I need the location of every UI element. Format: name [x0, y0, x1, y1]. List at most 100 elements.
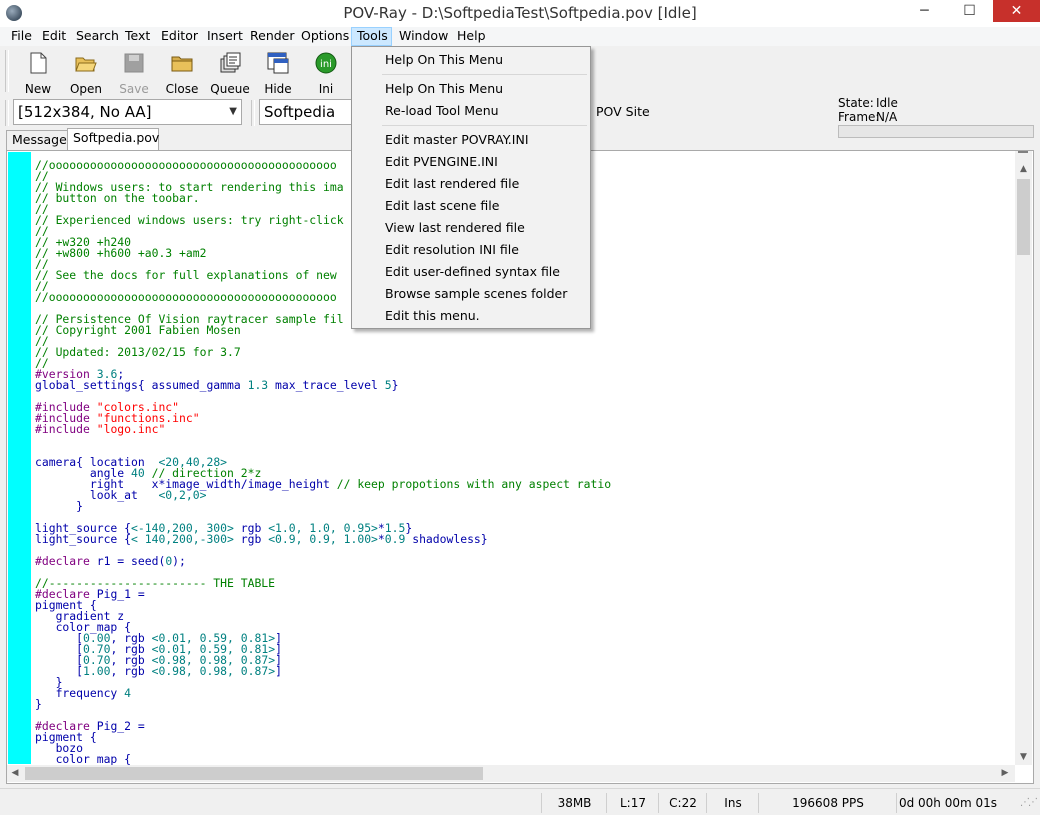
code-line[interactable]: #declare r1 = seed(0); [35, 554, 1030, 568]
code-line[interactable] [35, 710, 1030, 721]
save-button[interactable]: Save [111, 48, 157, 96]
code-token: color_map { [35, 752, 132, 766]
resize-grip-icon[interactable]: ⋰⋰ [1020, 797, 1038, 808]
menu-tools[interactable]: Tools [351, 27, 392, 46]
tools-menu-item[interactable]: Edit last scene file [352, 195, 590, 217]
code-line[interactable]: global_settings{ assumed_gamma 1.3 max_t… [35, 378, 1030, 392]
minimize-button[interactable]: ─ [902, 0, 947, 22]
hide-label: Hide [264, 82, 292, 96]
code-line[interactable]: [1.00, rgb <0.98, 0.98, 0.87>] [35, 664, 1030, 678]
menu-window[interactable]: Window [396, 27, 451, 46]
code-line[interactable] [35, 391, 1030, 402]
vertical-scrollbar[interactable]: ▲ ▼ [1015, 151, 1032, 765]
new-button[interactable]: New [15, 48, 61, 96]
code-line[interactable] [35, 435, 1030, 446]
menu-text[interactable]: Text [121, 27, 157, 46]
hide-icon [267, 52, 289, 74]
code-line[interactable]: bozo [35, 742, 1030, 754]
scroll-down-icon[interactable]: ▼ [1015, 749, 1032, 765]
queue-button[interactable]: Queue [207, 48, 253, 96]
tools-menu-item[interactable]: Re-load Tool Menu [352, 100, 590, 122]
resolution-dropdown[interactable]: [512x384, No AA] ▼ [13, 99, 242, 125]
save-icon [124, 53, 144, 73]
code-line[interactable]: #include "logo.inc" [35, 422, 1030, 436]
code-line[interactable]: pigment { [35, 731, 1030, 743]
code-line[interactable]: //----------------------- THE TABLE [35, 577, 1030, 589]
queue-icon [220, 52, 241, 73]
code-token: global_settings{ assumed_gamma [35, 378, 248, 392]
code-token: 1.3 [247, 378, 269, 392]
tools-menu-item[interactable]: Browse sample scenes folder [352, 283, 590, 305]
code-line[interactable]: look_at <0,2,0> [35, 489, 1030, 501]
toolbar-grip[interactable] [251, 100, 255, 126]
open-label: Open [69, 82, 103, 96]
menu-bar: File Edit Search Text Editor Insert Rend… [0, 27, 1040, 46]
code-token: //oooooooooooooooooooooooooooooooooooooo… [35, 160, 337, 172]
tools-menu-item[interactable]: Edit PVENGINE.INI [352, 151, 590, 173]
svg-text:ini: ini [320, 59, 332, 70]
ini-button[interactable]: ini Ini [303, 48, 349, 96]
scroll-split-handle[interactable] [1018, 151, 1028, 154]
scroll-left-icon[interactable]: ◀ [7, 765, 23, 782]
code-line[interactable]: #declare Pig_1 = [35, 588, 1030, 600]
code-token: ); [172, 554, 186, 568]
open-button[interactable]: Open [63, 48, 109, 96]
code-line[interactable]: #declare Pig_2 = [35, 720, 1030, 732]
code-token: // button on the toobar. [35, 191, 200, 205]
code-line[interactable]: } [35, 676, 1030, 688]
menu-search[interactable]: Search [72, 27, 122, 46]
pov-site-button[interactable]: POV Site [596, 104, 650, 119]
hide-button[interactable]: Hide [255, 48, 301, 96]
code-token: 5 [384, 378, 392, 392]
horizontal-scrollbar[interactable]: ◀ ▶ [7, 765, 1015, 782]
horizontal-scroll-thumb[interactable] [25, 767, 483, 780]
code-token: // See the docs for full explanations of… [35, 268, 337, 282]
menu-file[interactable]: File [6, 27, 41, 46]
tools-menu-item[interactable]: Edit resolution INI file [352, 239, 590, 261]
vertical-scroll-thumb[interactable] [1017, 179, 1030, 255]
menu-render[interactable]: Render [246, 27, 298, 46]
menu-edit[interactable]: Edit [38, 27, 74, 46]
menu-options[interactable]: Options [297, 27, 351, 46]
code-token: } [35, 499, 84, 513]
close-button[interactable]: Close [159, 48, 205, 96]
code-line[interactable]: // Updated: 2013/02/15 for 3.7 [35, 346, 1030, 358]
tools-menu-item[interactable]: Edit last rendered file [352, 173, 590, 195]
menu-separator [382, 74, 587, 75]
maximize-button[interactable]: ☐ [947, 0, 992, 22]
tools-menu-item[interactable]: Edit master POVRAY.INI [352, 129, 590, 151]
code-token: <0.98, 0.98, 0.87> [151, 664, 276, 678]
queue-label: Queue [210, 82, 250, 96]
menu-help[interactable]: Help [453, 27, 493, 46]
code-line[interactable]: // [35, 357, 1030, 369]
code-token: 0.9 [384, 532, 406, 546]
code-line[interactable]: #include "functions.inc" [35, 412, 1030, 424]
code-line[interactable]: } [35, 698, 1030, 710]
tools-menu-item[interactable]: Help On This Menu [352, 49, 590, 71]
code-line[interactable]: light_source {< 140,200,-300> rgb <0.9, … [35, 532, 1030, 546]
code-line[interactable]: } [35, 499, 1030, 513]
code-line[interactable]: gradient z [35, 610, 1030, 622]
tools-menu-item[interactable]: Edit this menu. [352, 305, 590, 327]
code-token: <0.9, 0.9, 1.00> [268, 532, 378, 546]
menu-insert[interactable]: Insert [203, 27, 247, 46]
tab-softpedia-pov[interactable]: Softpedia.pov [67, 128, 159, 150]
code-line[interactable]: color_map { [35, 752, 1030, 766]
code-line[interactable]: pigment { [35, 599, 1030, 611]
toolbar-grip[interactable] [5, 100, 9, 126]
scroll-right-icon[interactable]: ▶ [997, 765, 1013, 782]
new-file-icon [30, 52, 47, 74]
toolbar-grip[interactable] [5, 50, 9, 92]
search-input[interactable]: Softpedia [259, 99, 353, 125]
tools-menu-item[interactable]: View last rendered file [352, 217, 590, 239]
menu-editor[interactable]: Editor [157, 27, 205, 46]
close-window-button[interactable]: ✕ [993, 0, 1040, 22]
tools-menu-item[interactable]: Help On This Menu [352, 78, 590, 100]
title-bar[interactable]: POV-Ray - D:\SoftpediaTest\Softpedia.pov… [0, 0, 1040, 28]
tools-menu-item[interactable]: Edit user-defined syntax file [352, 261, 590, 283]
scroll-up-icon[interactable]: ▲ [1015, 161, 1032, 177]
editor-gutter[interactable] [8, 152, 31, 764]
tab-messages[interactable]: Messages [6, 130, 73, 150]
code-line[interactable]: frequency 4 [35, 687, 1030, 699]
code-token: #include [35, 422, 97, 436]
